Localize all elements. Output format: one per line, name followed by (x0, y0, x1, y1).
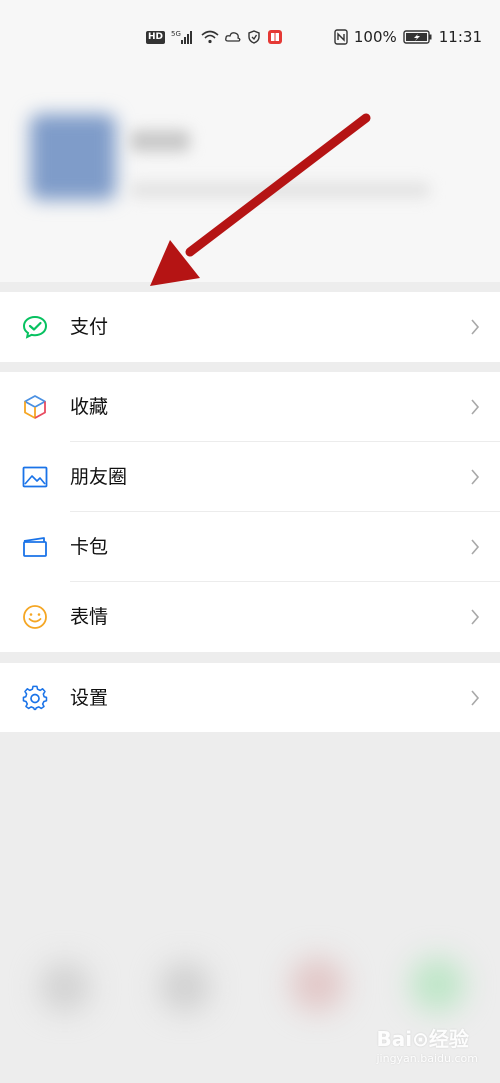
status-bar: HD 5G 100% 11:31 (0, 0, 500, 72)
gear-icon (22, 685, 48, 711)
menu-item-card-wallet[interactable]: 卡包 (0, 512, 500, 582)
menu-item-favorites[interactable]: 收藏 (0, 372, 500, 442)
menu-label-favorites: 收藏 (70, 396, 109, 418)
chevron-right-icon (471, 539, 480, 555)
network-label: 5G (171, 30, 181, 38)
profile-id-blurred (130, 182, 430, 198)
status-right: 100% 11:31 (334, 26, 482, 48)
smiley-icon (22, 604, 48, 630)
menu-label-moments: 朋友圈 (70, 466, 128, 488)
menu-label-stickers: 表情 (70, 606, 109, 628)
shield-icon (248, 30, 260, 44)
chevron-right-icon (471, 469, 480, 485)
chevron-right-icon (471, 690, 480, 706)
menu-item-moments[interactable]: 朋友圈 (0, 442, 500, 512)
profile-name-blurred (130, 130, 190, 152)
tab-me-blurred[interactable] (410, 957, 465, 1012)
tab-contacts-blurred[interactable] (160, 962, 210, 1012)
battery-charging-icon (403, 30, 432, 44)
signal-icon: 5G (171, 30, 193, 44)
menu-group-pay: 支付 (0, 292, 500, 362)
chevron-right-icon (471, 399, 480, 415)
status-icons: HD 5G (146, 28, 283, 46)
menu-label-pay: 支付 (70, 316, 109, 338)
menu-group-main: 收藏 朋友圈 卡包 表情 (0, 372, 500, 652)
menu-item-stickers[interactable]: 表情 (0, 582, 500, 652)
favorites-icon (22, 394, 48, 420)
baidu-jingyan-watermark: Bai⊙经验 jingyan.baidu.com (376, 1023, 478, 1065)
menu-label-card-wallet: 卡包 (70, 536, 109, 558)
notification-book-icon (268, 30, 283, 44)
chevron-right-icon (471, 609, 480, 625)
nfc-icon (334, 29, 348, 45)
menu-label-settings: 设置 (70, 687, 109, 709)
watermark-brand: Bai⊙经验 (376, 1027, 469, 1051)
menu-group-settings: 设置 (0, 663, 500, 733)
menu-item-pay[interactable]: 支付 (0, 292, 500, 362)
wifi-icon (201, 30, 219, 44)
tab-discover-blurred[interactable] (290, 957, 345, 1012)
card-wallet-icon (22, 534, 48, 560)
chevron-right-icon (471, 319, 480, 335)
tab-chats-blurred[interactable] (40, 962, 90, 1012)
menu-item-settings[interactable]: 设置 (0, 663, 500, 733)
watermark-url: jingyan.baidu.com (376, 1052, 478, 1065)
profile-header[interactable] (0, 72, 500, 282)
hd-badge: HD (146, 30, 166, 44)
avatar[interactable] (30, 114, 116, 200)
cloud-icon (225, 32, 241, 42)
clock-time: 11:31 (438, 28, 482, 46)
pay-icon (22, 314, 48, 340)
moments-image-icon (22, 464, 48, 490)
battery-percent: 100% (353, 28, 397, 46)
